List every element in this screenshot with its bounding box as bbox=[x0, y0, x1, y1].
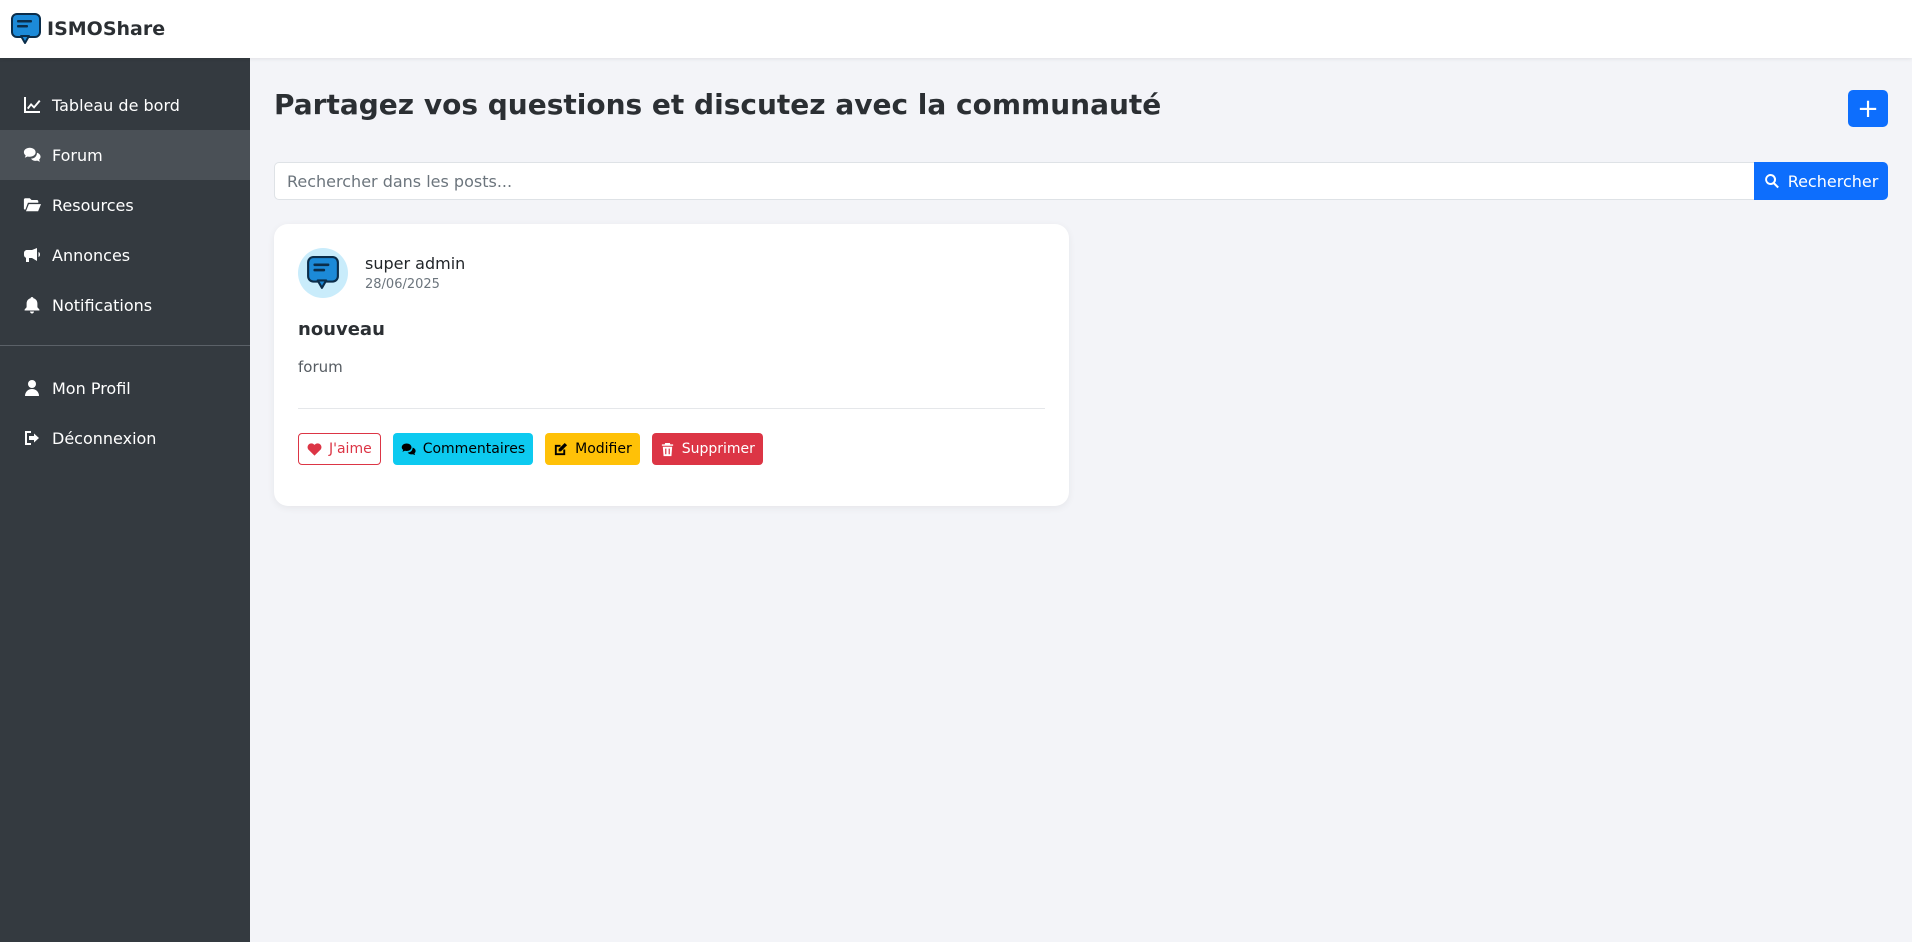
post-meta: super admin 28/06/2025 bbox=[365, 254, 465, 292]
post-body: forum bbox=[298, 358, 343, 376]
sidebar-item-deconnexion[interactable]: Déconnexion bbox=[0, 413, 250, 463]
post-author: super admin bbox=[365, 254, 466, 273]
sidebar-item-label: Mon Profil bbox=[52, 378, 131, 398]
sidebar-item-label: Resources bbox=[52, 195, 134, 215]
sidebar-divider bbox=[0, 345, 250, 346]
sidebar-item-notifications[interactable]: Notifications bbox=[0, 280, 250, 330]
search-button-label: Rechercher bbox=[1787, 171, 1879, 191]
trash-icon bbox=[661, 442, 673, 456]
edit-icon bbox=[555, 442, 568, 455]
delete-button[interactable]: Supprimer bbox=[651, 433, 763, 465]
sign-out-icon bbox=[25, 431, 39, 445]
sidebar-item-annonces[interactable]: Annonces bbox=[0, 230, 250, 280]
like-button[interactable]: J'aime bbox=[298, 433, 381, 465]
sidebar-item-mon-profil[interactable]: Mon Profil bbox=[0, 363, 250, 413]
search-bar: Rechercher bbox=[274, 162, 1888, 200]
post-card: super admin 28/06/2025 nouveau forum J'a… bbox=[274, 224, 1069, 506]
add-post-button[interactable]: + bbox=[1848, 90, 1888, 127]
comments-button[interactable]: Commentaires bbox=[392, 433, 534, 465]
edit-button[interactable]: Modifier bbox=[545, 433, 640, 465]
avatar bbox=[298, 248, 348, 298]
sidebar-item-label: Déconnexion bbox=[52, 428, 157, 448]
user-icon bbox=[25, 380, 39, 396]
sidebar-item-label: Notifications bbox=[52, 295, 153, 315]
like-button-label: J'aime bbox=[329, 441, 372, 457]
search-icon bbox=[1764, 174, 1779, 189]
bell-icon bbox=[24, 297, 40, 314]
sidebar-item-label: Forum bbox=[52, 145, 103, 165]
sidebar-item-resources[interactable]: Resources bbox=[0, 180, 250, 230]
search-input[interactable] bbox=[274, 162, 1754, 200]
folder-open-icon bbox=[23, 198, 41, 212]
top-navbar: ISMOShare bbox=[0, 0, 1912, 58]
sidebar-item-tableau-de-bord[interactable]: Tableau de bord bbox=[0, 80, 250, 130]
sidebar-item-forum[interactable]: Forum bbox=[0, 130, 250, 180]
comments-icon bbox=[401, 443, 416, 455]
sidebar: Tableau de bord Forum Resources Annonces… bbox=[0, 58, 250, 942]
sidebar-item-label: Annonces bbox=[52, 245, 131, 265]
sidebar-item-label: Tableau de bord bbox=[52, 95, 180, 115]
post-date: 28/06/2025 bbox=[365, 277, 440, 292]
post-actions: J'aime Commentaires Modifier Supprimer bbox=[298, 433, 1045, 465]
chat-bubble-icon bbox=[307, 256, 339, 289]
chat-bubble-icon[interactable] bbox=[11, 13, 41, 45]
main-content: Partagez vos questions et discutez avec … bbox=[250, 58, 1912, 942]
delete-button-label: Supprimer bbox=[681, 441, 755, 457]
brand-name[interactable]: ISMOShare bbox=[47, 18, 165, 40]
chart-line-icon bbox=[24, 97, 41, 113]
page-title: Partagez vos questions et discutez avec … bbox=[274, 88, 1162, 121]
search-button[interactable]: Rechercher bbox=[1754, 162, 1888, 200]
edit-button-label: Modifier bbox=[575, 441, 632, 457]
comments-icon bbox=[23, 147, 41, 162]
megaphone-icon bbox=[24, 248, 40, 262]
heart-icon bbox=[307, 442, 322, 456]
post-divider bbox=[298, 408, 1045, 409]
post-header: super admin 28/06/2025 bbox=[298, 248, 1045, 298]
comments-button-label: Commentaires bbox=[422, 441, 526, 457]
post-title: nouveau bbox=[298, 319, 385, 340]
